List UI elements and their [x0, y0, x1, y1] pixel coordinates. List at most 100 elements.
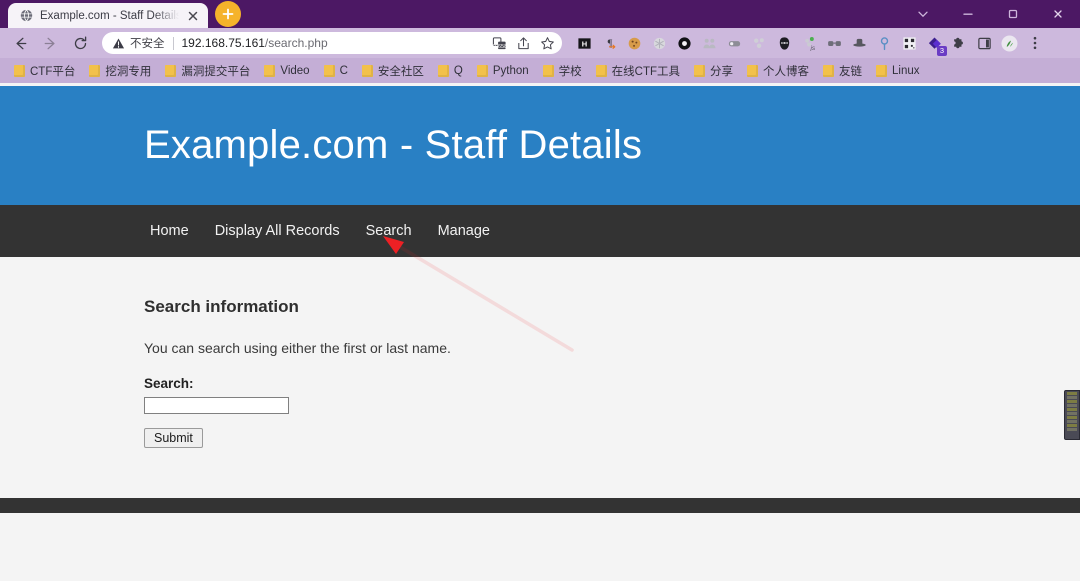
- proxy-switchy-extension-icon[interactable]: [722, 31, 746, 55]
- bookmark-label: CTF平台: [30, 65, 76, 78]
- glasses-extension-icon[interactable]: [822, 31, 846, 55]
- nav-item-search[interactable]: Search: [353, 223, 425, 239]
- minimize-icon[interactable]: [945, 0, 990, 28]
- folder-icon: [361, 64, 373, 77]
- browser-menu-dots-icon[interactable]: [1024, 31, 1046, 55]
- submit-button[interactable]: Submit: [144, 428, 203, 448]
- search-field-label: Search:: [144, 376, 194, 391]
- address-bar[interactable]: 不安全 192.168.75.161/search.php \u6587: [102, 32, 562, 54]
- bookmarks-bar: CTF平台 挖洞专用 漏洞提交平台 Video C 安全社区 Q Python …: [0, 58, 1080, 83]
- svg-text:¶: ¶: [607, 38, 612, 49]
- chevron-down-icon[interactable]: [900, 0, 945, 28]
- nav-item-manage[interactable]: Manage: [425, 223, 503, 239]
- svg-text:\u6587: \u6587: [493, 43, 507, 49]
- pilcrow-extension-icon[interactable]: ¶: [597, 31, 621, 55]
- globe-icon: [19, 9, 33, 23]
- svg-text:js: js: [809, 45, 815, 51]
- folder-icon: [165, 64, 177, 77]
- folder-icon: [323, 64, 335, 77]
- hackbar-extension-icon[interactable]: H: [572, 31, 596, 55]
- bookmark-item[interactable]: C: [318, 64, 354, 78]
- bookmark-item[interactable]: Q: [432, 64, 469, 78]
- reload-button[interactable]: [66, 30, 94, 56]
- bookmark-label: 分享: [710, 65, 734, 78]
- bookmark-item[interactable]: 分享: [688, 62, 739, 80]
- bookmark-item[interactable]: CTF平台: [8, 62, 81, 80]
- bookmark-item[interactable]: 个人博客: [741, 62, 815, 80]
- folder-icon: [542, 64, 554, 77]
- folder-icon: [694, 64, 706, 77]
- ninja-extension-icon[interactable]: [772, 31, 796, 55]
- back-button[interactable]: [6, 30, 34, 56]
- browser-tab[interactable]: Example.com - Staff Details - V: [8, 3, 208, 28]
- browser-titlebar: Example.com - Staff Details - V: [0, 0, 1080, 28]
- bookmark-item[interactable]: 友链: [817, 62, 868, 80]
- translate-icon[interactable]: \u6587: [488, 33, 510, 53]
- folder-icon: [476, 64, 488, 77]
- bookmark-item[interactable]: 漏洞提交平台: [159, 62, 256, 80]
- extension-badge-count: 3: [937, 46, 947, 56]
- puzzle-extensions-icon[interactable]: [947, 31, 971, 55]
- section-heading: Search information: [144, 297, 299, 316]
- search-input[interactable]: [144, 396, 289, 414]
- bookmark-label: 在线CTF工具: [611, 65, 681, 78]
- bookmark-label: 个人博客: [763, 65, 810, 78]
- forward-button[interactable]: [36, 30, 64, 56]
- section-description: You can search using either the first or…: [144, 340, 451, 356]
- omnibox-actions: \u6587: [488, 33, 558, 53]
- dark-circle-extension-icon[interactable]: [672, 31, 696, 55]
- bookmark-label: Video: [280, 64, 310, 77]
- page-title: Example.com - Staff Details: [144, 123, 643, 167]
- page-scrollbar-marker[interactable]: [1064, 390, 1080, 440]
- people-extension-icon[interactable]: [697, 31, 721, 55]
- share-icon[interactable]: [512, 33, 534, 53]
- profile-avatar-icon[interactable]: [997, 31, 1021, 55]
- bookmark-label: Linux: [892, 64, 920, 77]
- bookmark-label: C: [339, 64, 348, 77]
- window-controls: [900, 0, 1080, 28]
- security-status-text: 不安全: [130, 38, 165, 50]
- bookmark-item[interactable]: 学校: [537, 62, 588, 80]
- wappalyzer-extension-icon[interactable]: [647, 31, 671, 55]
- url-text: 192.168.75.161/search.php: [181, 36, 328, 50]
- new-tab-button[interactable]: [215, 1, 241, 27]
- browser-window: Example.com - Staff Details - V: [0, 0, 1080, 581]
- bookmark-item[interactable]: Linux: [870, 64, 926, 78]
- tab-title: Example.com - Staff Details - V: [40, 9, 179, 22]
- sidepanel-icon[interactable]: [972, 31, 996, 55]
- folder-icon: [876, 64, 888, 77]
- svg-text:H: H: [581, 39, 586, 48]
- page-viewport: Example.com - Staff Details Home Display…: [0, 86, 1080, 581]
- maximize-icon[interactable]: [990, 0, 1035, 28]
- javascript-toggle-extension-icon[interactable]: js: [797, 31, 821, 55]
- bookmark-label: Python: [492, 64, 529, 77]
- folder-icon: [823, 64, 835, 77]
- extensions-area: H ¶ js 3: [572, 31, 1046, 56]
- nav-item-display-all-records[interactable]: Display All Records: [202, 223, 353, 239]
- search-form: Search: Submit: [144, 376, 1080, 448]
- diamond-extension-icon[interactable]: 3: [922, 31, 947, 56]
- qrcode-extension-icon[interactable]: [897, 31, 921, 55]
- balloon-extension-icon[interactable]: [872, 31, 896, 55]
- browser-toolbar: 不安全 192.168.75.161/search.php \u6587: [0, 28, 1080, 58]
- cookie-editor-extension-icon[interactable]: [622, 31, 646, 55]
- fragment-extension-icon[interactable]: [747, 31, 771, 55]
- close-window-icon[interactable]: [1035, 0, 1080, 28]
- bookmark-item[interactable]: Video: [258, 64, 315, 78]
- omnibox-divider: [172, 36, 174, 50]
- bookmark-item[interactable]: 挖洞专用: [83, 62, 157, 80]
- bookmark-star-icon[interactable]: [536, 33, 558, 53]
- site-header: Example.com - Staff Details: [0, 86, 1080, 205]
- nav-item-home[interactable]: Home: [144, 223, 202, 239]
- bookmark-label: Q: [453, 64, 463, 77]
- bookmark-label: 挖洞专用: [105, 65, 152, 78]
- bookmark-item[interactable]: 安全社区: [356, 62, 430, 80]
- hat-extension-icon[interactable]: [847, 31, 871, 55]
- bookmark-label: 漏洞提交平台: [181, 65, 251, 78]
- bookmark-label: 学校: [558, 65, 582, 78]
- close-icon[interactable]: [186, 9, 200, 23]
- bookmark-item[interactable]: Python: [471, 64, 535, 78]
- bookmark-item[interactable]: 在线CTF工具: [590, 62, 686, 80]
- folder-icon: [264, 64, 276, 77]
- tab-strip: Example.com - Staff Details - V: [0, 0, 241, 28]
